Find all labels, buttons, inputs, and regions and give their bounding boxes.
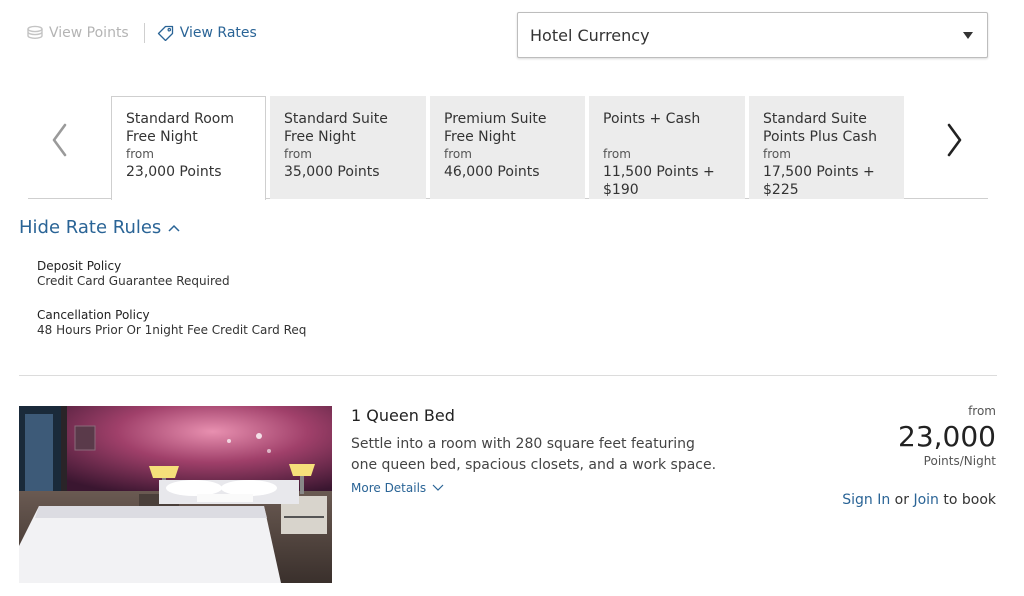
rate-tab-points: 23,000 Points — [126, 164, 222, 180]
view-toggle: View Points View Rates — [26, 23, 257, 43]
more-details-link[interactable]: More Details — [351, 481, 444, 495]
rate-tab-points: 46,000 Points — [444, 164, 540, 180]
view-points-option[interactable]: View Points — [26, 25, 129, 41]
rate-tab-name-spacer — [603, 128, 732, 146]
rate-tab-cash: $190 — [603, 182, 639, 198]
caret-down-icon — [963, 31, 973, 39]
or-text: or — [894, 492, 909, 508]
price-amount: 23,000 — [898, 420, 996, 453]
chevron-left-icon — [52, 123, 67, 157]
view-points-label: View Points — [49, 25, 129, 41]
carousel-next-button[interactable] — [942, 122, 966, 158]
rate-tab-name: Premium Suite — [444, 111, 547, 127]
rate-tab-from: from — [763, 147, 791, 161]
rate-tab-name: Free Night — [284, 129, 356, 145]
section-divider — [19, 375, 997, 376]
deposit-policy-label: Deposit Policy — [37, 259, 122, 273]
room-price: from 23,000 Points/Night — [898, 404, 996, 468]
rate-tab-points: 35,000 Points — [284, 164, 380, 180]
currency-select-value: Hotel Currency — [530, 25, 650, 45]
hide-rate-rules-toggle[interactable]: Hide Rate Rules — [19, 217, 180, 238]
rate-tab-name: Points Plus Cash — [763, 129, 877, 145]
more-details-label: More Details — [351, 481, 427, 495]
rate-tab-from: from — [444, 147, 472, 161]
room-photo[interactable] — [19, 406, 332, 583]
rate-tab-name: Standard Room — [126, 111, 235, 127]
rate-tab-standard-room-free-night[interactable]: Standard Room Free Night from 23,000 Poi… — [111, 96, 266, 200]
currency-select[interactable]: Hotel Currency — [517, 12, 988, 58]
rate-tab-cash: $225 — [763, 182, 799, 198]
room-description: Settle into a room with 280 square feet … — [351, 436, 717, 473]
rate-tab-name: Free Night — [126, 129, 198, 145]
hide-rate-rules-label: Hide Rate Rules — [19, 217, 162, 238]
rate-tab-points-plus-cash[interactable]: Points + Cash from 11,500 Points + $190 — [589, 96, 745, 199]
deposit-policy: Deposit Policy Credit Card Guarantee Req… — [37, 259, 230, 289]
carousel-prev-button[interactable] — [48, 122, 72, 158]
rate-tab-points: 11,500 Points + — [603, 164, 715, 180]
rate-tab-name: Free Night — [444, 129, 516, 145]
toggle-divider — [143, 23, 145, 43]
deposit-policy-value: Credit Card Guarantee Required — [37, 274, 230, 288]
view-rates-option[interactable]: View Rates — [157, 25, 257, 41]
tag-icon — [157, 25, 175, 41]
rate-tab-name: Standard Suite — [284, 111, 388, 127]
chevron-right-icon — [947, 123, 962, 157]
room-photo-image — [19, 406, 332, 583]
room-title: 1 Queen Bed — [351, 406, 455, 425]
rate-tab-from: from — [284, 147, 312, 161]
coins-icon — [26, 25, 44, 41]
rate-tab-name: Points + Cash — [603, 111, 701, 127]
rate-carousel: Standard Room Free Night from 23,000 Poi… — [28, 96, 988, 200]
rate-tab-standard-suite-points-plus-cash[interactable]: Standard Suite Points Plus Cash from 17,… — [749, 96, 904, 199]
rate-tab-standard-suite-free-night[interactable]: Standard Suite Free Night from 35,000 Po… — [270, 96, 426, 199]
rate-tab-from: from — [126, 147, 154, 161]
cancellation-policy-value: 48 Hours Prior Or 1night Fee Credit Card… — [37, 323, 307, 337]
rate-tab-premium-suite-free-night[interactable]: Premium Suite Free Night from 46,000 Poi… — [430, 96, 585, 199]
to-book-text: to book — [943, 492, 996, 508]
rate-tab-points: 17,500 Points + — [763, 164, 875, 180]
book-prompt: Sign In or Join to book — [842, 492, 996, 508]
rate-tab-from: from — [603, 147, 631, 161]
view-rates-label: View Rates — [179, 25, 257, 41]
sign-in-link[interactable]: Sign In — [842, 492, 890, 508]
cancellation-policy: Cancellation Policy 48 Hours Prior Or 1n… — [37, 308, 306, 338]
price-from-label: from — [968, 404, 996, 418]
chevron-up-icon — [168, 224, 180, 232]
chevron-down-icon — [432, 484, 444, 491]
join-link[interactable]: Join — [913, 492, 938, 508]
cancellation-policy-label: Cancellation Policy — [37, 308, 150, 322]
price-unit: Points/Night — [923, 454, 996, 468]
rate-tab-name: Standard Suite — [763, 111, 867, 127]
